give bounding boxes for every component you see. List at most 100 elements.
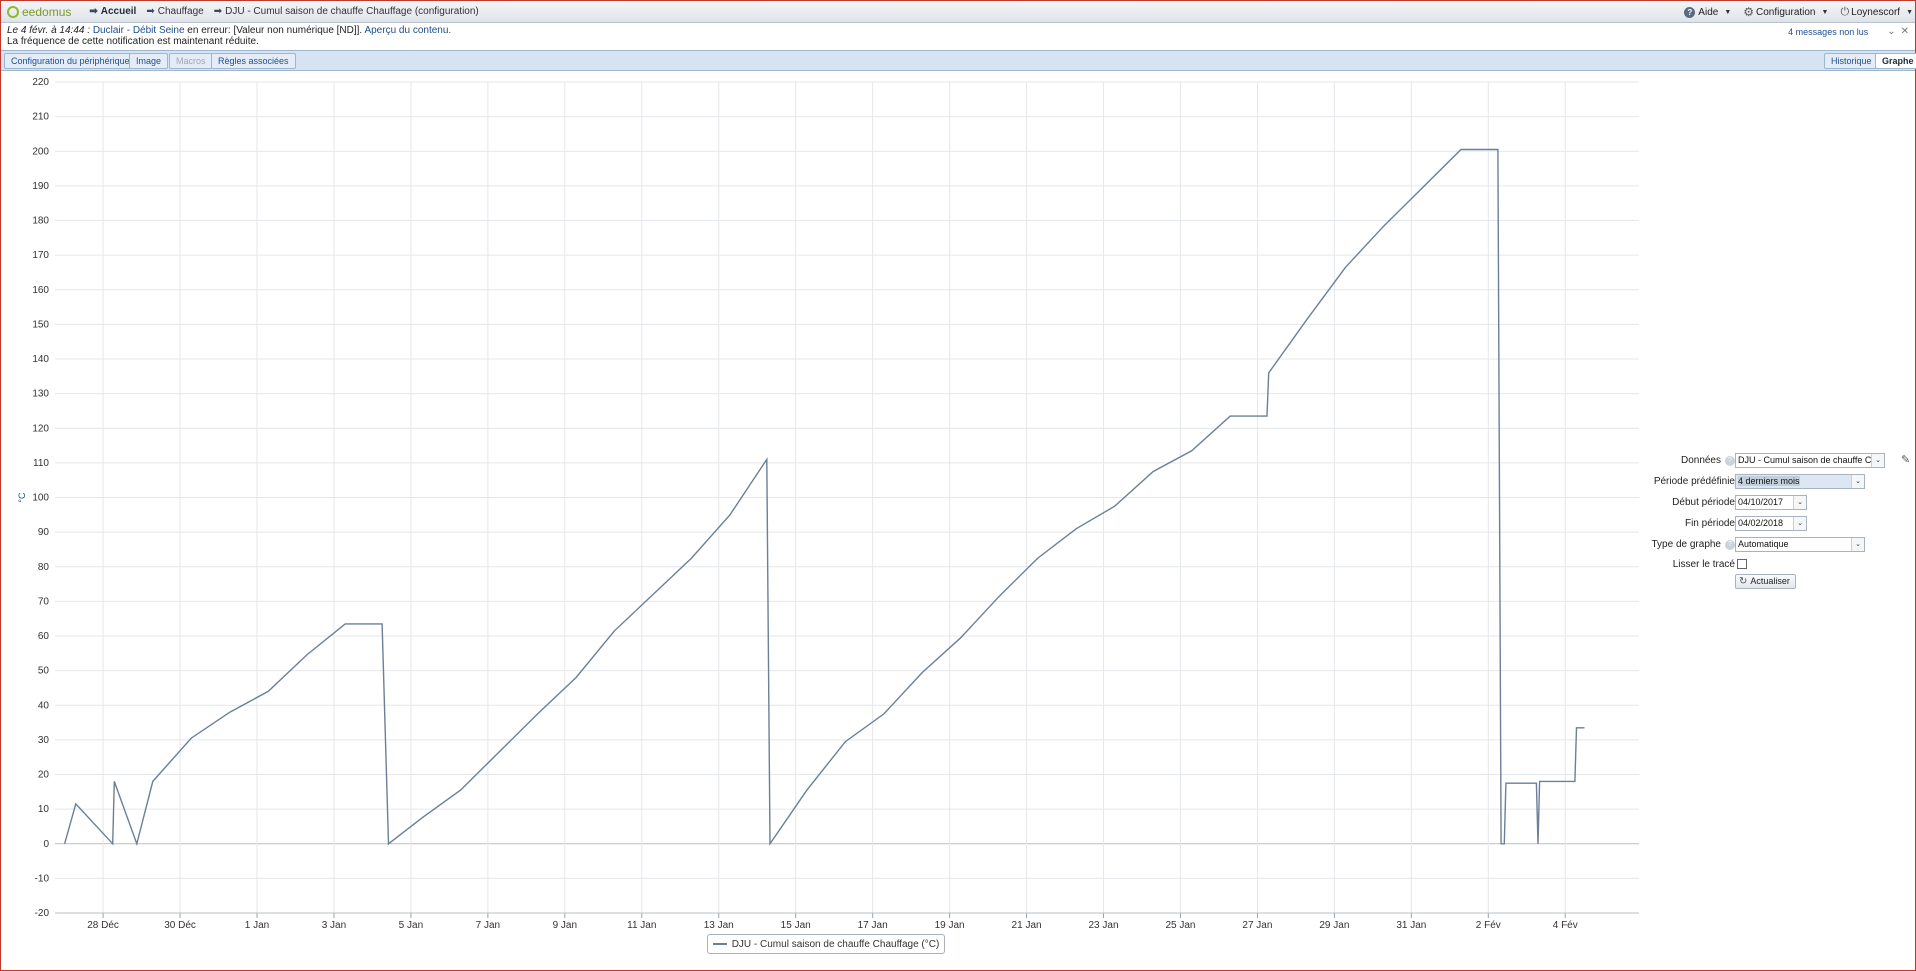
start-date-input[interactable]: 04/10/2017 ⌄ (1735, 495, 1807, 510)
unread-messages-link[interactable]: 4 messages non lus (1788, 27, 1868, 37)
caret-down-icon: ▼ (1724, 8, 1732, 16)
y-axis-title: °C (17, 492, 27, 503)
help-icon: ? (1684, 6, 1696, 18)
data-label: Données? (1681, 455, 1735, 466)
arrow-right-icon: ➡ (213, 6, 223, 17)
caret-down-icon: ▼ (1906, 8, 1913, 16)
data-select-value: DJU - Cumul saison de chauffe Chauffage … (1738, 455, 1884, 465)
data-select[interactable]: DJU - Cumul saison de chauffe Chauffage … (1735, 453, 1885, 468)
y-tick-label: 100 (32, 493, 49, 504)
x-tick-label: 23 Jan (1089, 920, 1119, 931)
y-tick-label: 140 (32, 354, 49, 365)
start-date-value: 04/10/2017 (1738, 497, 1784, 507)
help-icon[interactable]: ? (1725, 455, 1735, 466)
start-row: Début période 04/10/2017 ⌄ (1641, 495, 1913, 511)
y-tick-label: -10 (35, 873, 50, 884)
breadcrumb-home[interactable]: ➡ Accueil (89, 6, 136, 17)
refresh-row: ↻ Actualiser (1641, 574, 1913, 590)
chevron-down-icon: ⌄ (1871, 454, 1884, 467)
x-tick-label: 30 Déc (164, 920, 196, 931)
chevron-down-icon: ⌄ (1793, 517, 1806, 530)
y-tick-label: 10 (38, 804, 50, 815)
help-menu[interactable]: ? Aide ▼ (1684, 6, 1732, 18)
help-icon[interactable]: ? (1725, 539, 1735, 550)
smooth-row: Lisser le tracé (1641, 557, 1913, 573)
notification-device-link[interactable]: Duclair - Débit Seine (93, 25, 185, 36)
pencil-icon[interactable]: ✎ (1901, 453, 1910, 466)
x-tick-label: 9 Jan (553, 920, 577, 931)
y-tick-label: 150 (32, 319, 49, 330)
logo-text: eedomus (22, 4, 72, 19)
y-tick-label: -20 (35, 908, 50, 919)
y-tick-label: 30 (38, 735, 50, 746)
chevron-down-icon: ⌄ (1851, 475, 1864, 488)
y-tick-label: 220 (32, 77, 49, 88)
arrow-right-icon: ➡ (89, 6, 98, 17)
content-preview-link[interactable]: Aperçu du contenu. (364, 25, 451, 36)
x-tick-label: 25 Jan (1165, 920, 1195, 931)
power-icon: ⏻ (1840, 5, 1850, 18)
tab-history[interactable]: Historique (1824, 53, 1879, 69)
breadcrumb-label: Chauffage (157, 6, 204, 17)
y-tick-label: 170 (32, 250, 49, 261)
y-tick-label: 60 (38, 631, 50, 642)
tab-image[interactable]: Image (129, 53, 169, 69)
y-tick-label: 90 (38, 527, 50, 538)
top-navigation-bar: eedomus ➡ Accueil ➡ Chauffage ➡ DJU - Cu… (1, 1, 1915, 23)
tab-bar: Configuration du périphérique Image Macr… (1, 50, 1916, 71)
tab-device-configuration[interactable]: Configuration du périphérique (4, 53, 137, 69)
data-row: Données? DJU - Cumul saison de chauffe C… (1641, 453, 1913, 469)
close-icon[interactable]: ✕ (1901, 26, 1909, 37)
x-tick-label: 17 Jan (858, 920, 888, 931)
x-tick-label: 27 Jan (1242, 920, 1272, 931)
eedomus-logo[interactable]: eedomus (7, 5, 71, 19)
y-tick-label: 20 (38, 770, 50, 781)
x-tick-label: 11 Jan (627, 920, 656, 931)
graph-type-select[interactable]: Automatique ⌄ (1735, 537, 1865, 552)
notification-message: Le 4 févr. à 14:44 : Duclair - Débit Sei… (7, 25, 451, 47)
graph-type-row: Type de graphe? Automatique ⌄ (1641, 537, 1913, 553)
configuration-menu[interactable]: ⚙ Configuration ▼ (1743, 5, 1828, 19)
line-chart: -20 -10 0 10 20 30 40 50 60 70 80 90 100 110 120 130 140… (17, 77, 1639, 931)
y-tick-label: 120 (32, 423, 49, 434)
user-menu[interactable]: ⏻ Loynescorf ▼ (1840, 6, 1913, 19)
x-tick-label: 29 Jan (1319, 920, 1349, 931)
y-tick-label: 180 (32, 216, 49, 227)
x-tick-label: 4 Fév (1553, 920, 1578, 931)
start-label: Début période (1672, 497, 1735, 508)
end-date-input[interactable]: 04/02/2018 ⌄ (1735, 516, 1807, 531)
breadcrumb-chauffage[interactable]: ➡ Chauffage (146, 6, 203, 17)
y-tick-label: 80 (38, 562, 50, 573)
user-label: Loynescorf (1851, 6, 1901, 18)
refresh-button[interactable]: ↻ Actualiser (1735, 574, 1796, 589)
legend-swatch (712, 943, 727, 945)
x-tick-label: 5 Jan (399, 920, 423, 931)
logo-icon (7, 5, 19, 18)
predefined-period-select[interactable]: 4 derniers mois ⌄ (1735, 474, 1865, 489)
y-tick-label: 190 (32, 181, 49, 192)
graph-type-value: Automatique (1738, 539, 1789, 549)
collapse-icon[interactable]: ⌄ (1887, 26, 1895, 37)
notification-line2: La fréquence de cette notification est m… (7, 36, 259, 47)
tab-graph[interactable]: Graphe (1875, 53, 1916, 69)
period-label: Période prédéfinie (1653, 476, 1735, 487)
y-tick-label: 50 (38, 666, 50, 677)
chevron-down-icon: ⌄ (1851, 538, 1864, 551)
x-tick-label: 28 Déc (87, 920, 119, 931)
configuration-label: Configuration (1756, 6, 1816, 18)
y-tick-label: 160 (32, 285, 49, 296)
tab-macros: Macros (169, 53, 213, 69)
breadcrumb-device[interactable]: ➡ DJU - Cumul saison de chauffe Chauffag… (214, 6, 479, 17)
x-tick-label: 31 Jan (1396, 920, 1426, 931)
end-row: Fin période 04/02/2018 ⌄ (1641, 516, 1913, 532)
x-tick-label: 13 Jan (704, 920, 734, 931)
y-tick-label: 70 (38, 596, 50, 607)
chevron-down-icon: ⌄ (1793, 496, 1806, 509)
tab-associated-rules[interactable]: Règles associées (211, 53, 296, 69)
end-label: Fin période (1684, 518, 1735, 529)
y-tick-label: 0 (43, 839, 49, 850)
smooth-checkbox[interactable] (1737, 559, 1747, 569)
breadcrumb-label: DJU - Cumul saison de chauffe Chauffage … (225, 6, 479, 17)
graph-type-label: Type de graphe? (1652, 539, 1735, 550)
chart-legend[interactable]: DJU - Cumul saison de chauffe Chauffage … (707, 934, 945, 954)
